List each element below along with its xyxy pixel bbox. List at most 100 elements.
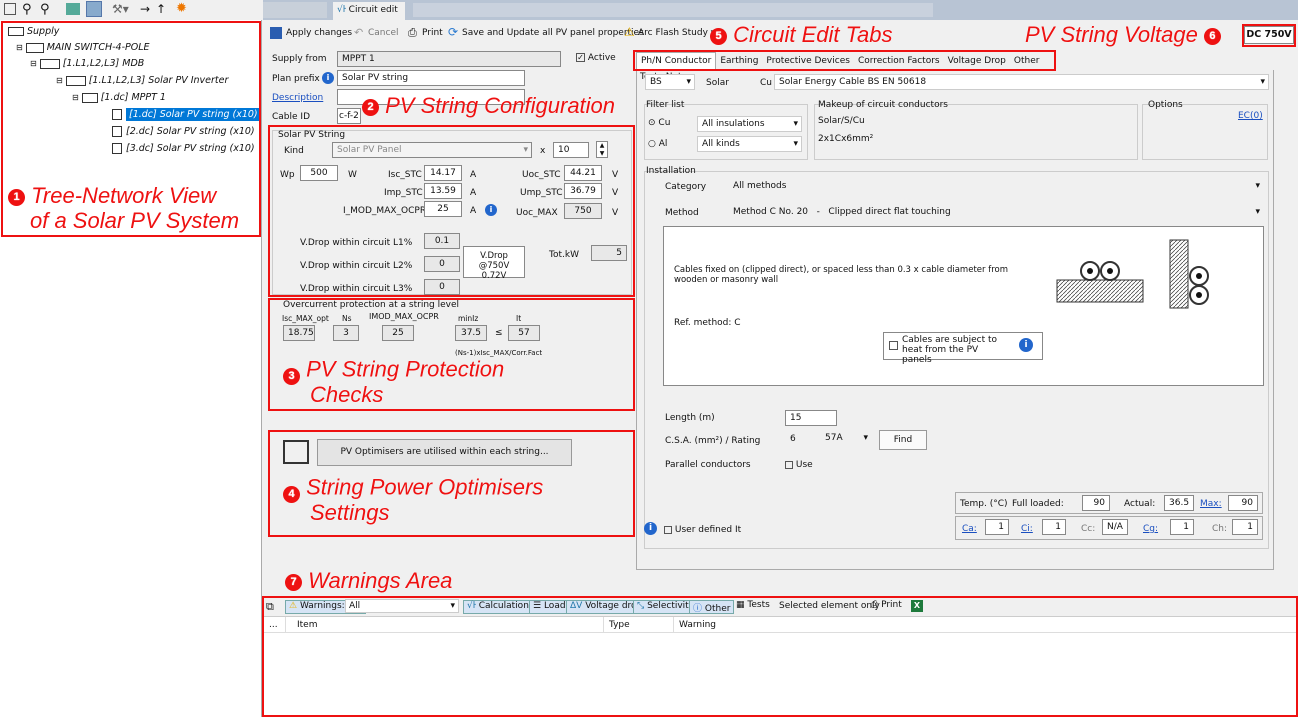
tab-earthing[interactable]: Earthing [716, 53, 762, 69]
cable-type-select[interactable]: Solar Energy Cable BS EN 50618 ▾ [774, 74, 1269, 90]
load-label: Load [543, 601, 566, 611]
info-icon[interactable]: i [644, 522, 657, 535]
supply-from-label: Supply from [272, 54, 327, 64]
load-toggle[interactable]: ☰ Load [529, 600, 570, 614]
arrow-up-icon[interactable]: ↑ [156, 2, 166, 16]
tree-item-string-1[interactable]: [1.dc] Solar PV string (x10) [112, 108, 261, 121]
ca-field[interactable]: 1 [985, 519, 1009, 535]
calculations-toggle[interactable]: √ŀ Calculations [463, 600, 538, 614]
check-icon[interactable] [86, 1, 102, 17]
ump-input[interactable]: 36.79 [564, 183, 602, 199]
info-icon[interactable]: i [322, 72, 334, 84]
radio-cu[interactable]: ⊙ Cu [648, 118, 670, 128]
wp-input[interactable]: 500 [300, 165, 338, 181]
tree-item-inverter[interactable]: ⊟ [1.L1,L2,L3] Solar PV Inverter [56, 75, 228, 86]
string-count-input[interactable]: 10 [553, 142, 589, 158]
user-defined-checkbox[interactable]: User defined It [664, 525, 741, 535]
tree-icon[interactable] [4, 3, 16, 15]
selected-only-toggle[interactable]: Selected element only [779, 601, 880, 611]
radio-al[interactable]: ○ Al [648, 139, 667, 149]
tree-item-string-3[interactable]: [3.dc] Solar PV string (x10) [112, 143, 255, 154]
imod-input[interactable]: 25 [424, 201, 462, 217]
plan-prefix-input[interactable]: Solar PV string [337, 70, 525, 86]
tab-voltage-drop[interactable]: Voltage Drop [944, 53, 1010, 69]
tree-item-main-switch[interactable]: ⊟ MAIN SWITCH-4-POLE [16, 42, 150, 53]
kinds-select[interactable]: All kinds ▾ [697, 136, 802, 152]
active-checkbox[interactable]: ✓ Active [576, 53, 616, 63]
annotation-number: 4 [283, 486, 300, 503]
supply-from-field[interactable]: MPPT 1 [337, 51, 561, 67]
ci-link[interactable]: Ci: [1021, 524, 1033, 534]
info-icon[interactable]: i [485, 204, 497, 216]
tree-label: [1.dc] Solar PV string (x10) [126, 108, 261, 121]
ch-field[interactable]: 1 [1232, 519, 1258, 535]
warnings-print-button[interactable]: ⎙ Print [871, 600, 902, 610]
uoc-input[interactable]: 44.21 [564, 165, 602, 181]
makeup-line1: Solar/S/Cu [818, 116, 865, 126]
ocp-header: It [516, 314, 522, 323]
blurred-tab[interactable] [263, 2, 327, 18]
tab-other[interactable]: Other [1010, 53, 1044, 69]
tab-ph-n-conductor[interactable]: Ph/N Conductor [636, 52, 717, 69]
method-label: Method [665, 208, 699, 218]
imp-input[interactable]: 13.59 [424, 183, 462, 199]
ec-link[interactable]: EC(0) [1238, 111, 1263, 121]
parallel-use-checkbox[interactable]: Use [785, 460, 813, 470]
spinner[interactable]: ▲ ▼ [596, 141, 608, 158]
pv-optimiser-button[interactable]: PV Optimisers are utilised within each s… [317, 439, 572, 466]
annotation-text: Tree-Network View [31, 183, 217, 208]
method-select[interactable]: Method C No. 20 - Clipped direct flat to… [728, 204, 1264, 220]
settings-icon[interactable]: ✹ [176, 1, 187, 16]
max-field[interactable]: 90 [1228, 495, 1258, 511]
length-input[interactable]: 15 [785, 410, 837, 426]
tab-correction-factors[interactable]: Correction Factors [854, 53, 944, 69]
cancel-button[interactable]: Cancel [368, 28, 399, 38]
tree-item-string-2[interactable]: [2.dc] Solar PV string (x10) [112, 126, 255, 137]
excel-icon[interactable]: X [911, 600, 923, 612]
col-type[interactable]: Type [609, 620, 630, 630]
annotation-7: 7 Warnings Area [285, 570, 452, 592]
tab-protective-devices[interactable]: Protective Devices [762, 53, 854, 69]
cg-link[interactable]: Cg: [1143, 524, 1158, 534]
tools-icon[interactable]: ⚒▾ [112, 2, 129, 16]
max-link[interactable]: Max: [1200, 499, 1222, 509]
apply-changes-button[interactable]: Apply changes [286, 28, 352, 38]
insulation-select[interactable]: All insulations ▾ [697, 116, 802, 132]
save-update-button[interactable]: Save and Update all PV panel properties [462, 28, 644, 38]
rating-select[interactable]: 57A ▾ [820, 430, 872, 446]
col-more[interactable]: ... [269, 620, 278, 630]
arc-flash-button[interactable]: Arc Flash Study ▾ [638, 28, 715, 38]
tab-circuit-edit[interactable]: √ŀ Circuit edit [333, 2, 405, 20]
zoom-out-icon[interactable]: ⚲ [40, 2, 50, 17]
voltage-badge: DC 750V [1244, 26, 1294, 44]
kind-select[interactable]: Solar PV Panel ▾ [332, 142, 532, 158]
standard-select[interactable]: BS ▾ [645, 74, 695, 90]
expand-icon: ⊟ [72, 93, 79, 102]
info-icon[interactable]: i [1019, 338, 1033, 352]
cg-field[interactable]: 1 [1170, 519, 1194, 535]
use-label: Use [795, 460, 813, 470]
tests-toggle[interactable]: ▦ Tests [733, 600, 773, 614]
cable-id-input[interactable]: c-f-2 [337, 108, 361, 124]
tree-item-mdb[interactable]: ⊟ [1.L1,L2,L3] MDB [30, 58, 144, 69]
warnings-filter-select[interactable]: All ▾ [345, 599, 459, 613]
description-link[interactable]: Description [272, 93, 323, 103]
chevron-down-icon: ▾ [1260, 77, 1265, 87]
find-button[interactable]: Find [879, 430, 927, 450]
tree-item-supply[interactable]: Supply [8, 26, 59, 37]
arrow-right-icon[interactable]: → [140, 2, 150, 16]
network-icon[interactable] [66, 3, 80, 15]
ca-link[interactable]: Ca: [962, 524, 977, 534]
ci-field[interactable]: 1 [1042, 519, 1066, 535]
isc-input[interactable]: 14.17 [424, 165, 462, 181]
other-toggle[interactable]: ⓘ Other [689, 600, 735, 614]
zoom-in-icon[interactable]: ⚲ [22, 2, 32, 17]
col-warning[interactable]: Warning [679, 620, 716, 630]
export-icon[interactable]: ⧉ [266, 600, 274, 614]
tree-label: Supply [27, 26, 60, 37]
category-select[interactable]: All methods ▾ [728, 178, 1264, 194]
col-item[interactable]: Item [297, 620, 318, 630]
heat-checkbox[interactable] [889, 341, 898, 350]
tree-item-mppt[interactable]: ⊟ [1.dc] MPPT 1 [72, 92, 166, 103]
print-button[interactable]: Print [422, 28, 443, 38]
